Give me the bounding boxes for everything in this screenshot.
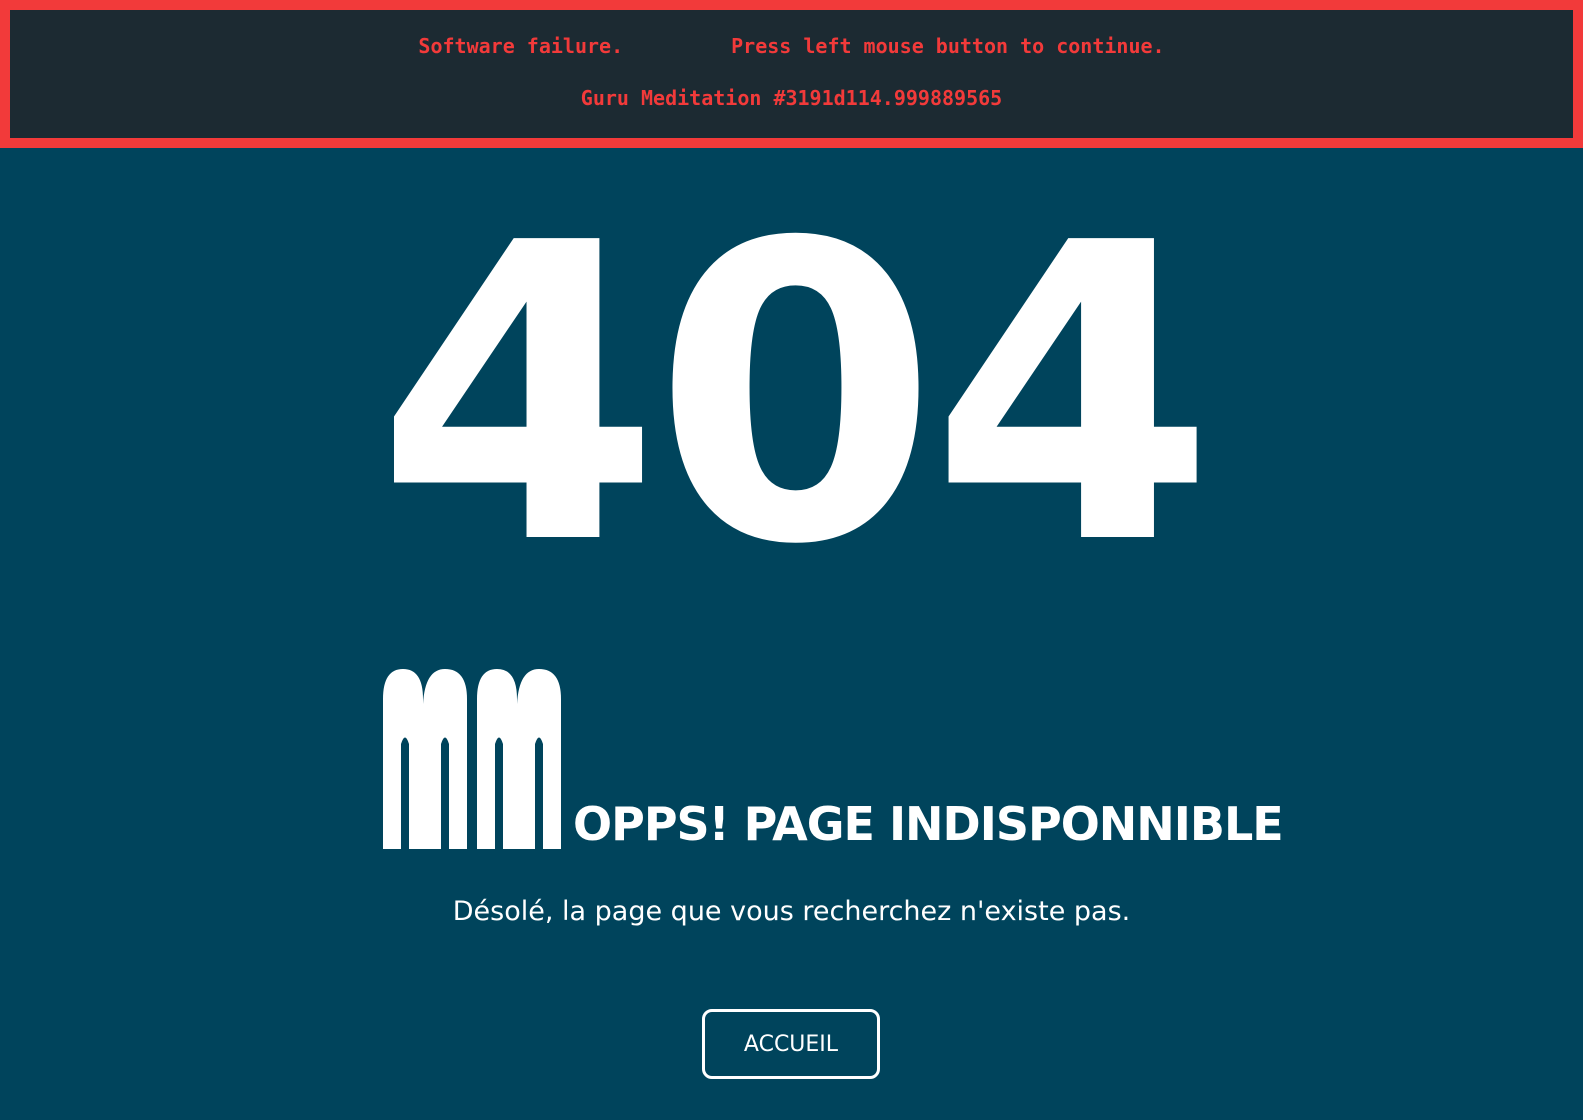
guru-meditation-banner[interactable]: Software failure. Press left mouse button… xyxy=(0,0,1583,148)
error-headline: OPPS! PAGE INDISPONNIBLE xyxy=(573,797,1284,851)
home-button[interactable]: ACCUEIL xyxy=(702,1009,880,1079)
software-failure-text: Software failure. xyxy=(418,34,624,58)
mm-logo-icon xyxy=(383,669,561,849)
error-code: 404 xyxy=(375,156,1216,634)
guru-message-line: Software failure. Press left mouse button… xyxy=(10,34,1573,58)
continue-instruction-text: Press left mouse button to continue. xyxy=(731,34,1165,58)
guru-meditation-code: Guru Meditation #3191d114.999889565 xyxy=(580,86,1003,110)
error-headline-group: OPPS! PAGE INDISPONNIBLE xyxy=(383,665,1284,855)
error-message: Désolé, la page que vous recherchez n'ex… xyxy=(452,896,1131,927)
